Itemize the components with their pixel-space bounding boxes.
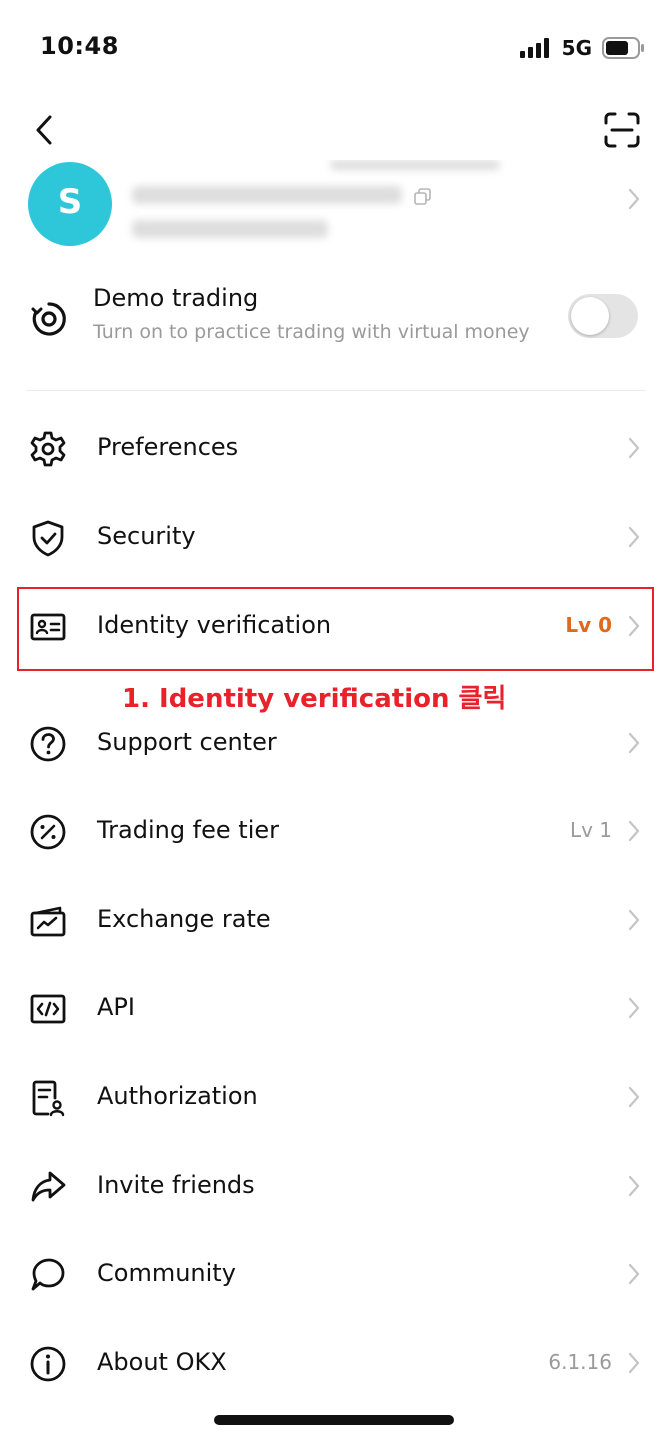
info-circle-icon [30,1346,66,1382]
status-bar: 10:48 5G [0,0,672,98]
avatar-letter: S [57,182,83,222]
demo-trading-icon [31,302,66,336]
chevron-right-icon [628,1352,640,1374]
chevron-right-icon [628,732,640,754]
profile-name-blurred [330,160,500,170]
menu-label: Trading fee tier [97,816,280,844]
chevron-left-icon [36,115,52,145]
avatar: S [28,162,112,246]
scan-icon [604,112,640,148]
chevron-right-icon [628,437,640,459]
demo-trading-toggle[interactable] [568,294,638,338]
menu-label: Exchange rate [97,905,271,933]
profile-email-blurred [132,220,328,238]
chevron-right-icon [628,1263,640,1285]
top-navigation [0,98,672,160]
section-divider [26,390,646,391]
menu-item-trading-fee-tier[interactable]: Trading fee tier Lv 1 [0,788,672,876]
status-indicators: 5G [519,36,644,60]
chevron-right-icon [628,1175,640,1197]
menu-label: Authorization [97,1082,258,1110]
demo-trading-title: Demo trading [93,284,259,312]
toggle-knob [571,297,609,335]
question-circle-icon [30,726,66,762]
menu-item-exchange-rate[interactable]: Exchange rate [0,877,672,965]
menu-item-identity-verification[interactable]: Identity verification Lv 0 [0,583,672,671]
home-indicator[interactable] [214,1415,454,1425]
code-icon [30,994,66,1024]
profile-uid-blurred [132,186,402,204]
fee-tier-level: Lv 1 [569,818,612,842]
verification-level: Lv 0 [565,613,612,637]
signal-bars-icon [519,38,549,58]
menu-item-about-okx[interactable]: About OKX 6.1.16 [0,1320,672,1408]
chart-card-icon [30,906,66,937]
chevron-right-icon [628,526,640,548]
back-button[interactable] [26,108,62,152]
chat-bubble-icon [31,1258,65,1291]
chevron-right-icon [628,1086,640,1108]
menu-label: Identity verification [97,611,332,639]
document-user-icon [32,1080,65,1117]
demo-trading-subtitle: Turn on to practice trading with virtual… [93,321,530,343]
chevron-right-icon [628,188,640,210]
menu-item-invite-friends[interactable]: Invite friends [0,1143,672,1231]
menu-item-security[interactable]: Security [0,494,672,582]
gear-icon [30,431,66,467]
id-card-icon [30,613,66,641]
percent-circle-icon [30,814,66,850]
battery-icon [602,37,644,59]
menu-item-support-center[interactable]: Support center [0,700,672,788]
menu-item-community[interactable]: Community [0,1231,672,1319]
menu-label: API [97,993,135,1021]
menu-label: About OKX [97,1348,227,1376]
menu-label: Community [97,1259,236,1287]
chevron-right-icon [628,997,640,1019]
chevron-right-icon [628,615,640,637]
menu-label: Support center [97,728,277,756]
profile-card[interactable]: S [0,160,672,256]
status-time: 10:48 [40,32,119,60]
app-version: 6.1.16 [548,1350,612,1374]
menu-item-preferences[interactable]: Preferences [0,405,672,493]
menu-label: Security [97,522,196,550]
menu-label: Invite friends [97,1171,255,1199]
share-arrow-icon [31,1171,66,1202]
chevron-right-icon [628,909,640,931]
shield-check-icon [32,520,64,557]
chevron-right-icon [628,820,640,842]
scan-button[interactable] [602,110,642,150]
menu-item-api[interactable]: API [0,965,672,1053]
menu-item-authorization[interactable]: Authorization [0,1054,672,1142]
demo-trading-row: Demo trading Turn on to practice trading… [0,270,672,370]
network-label: 5G [561,36,592,60]
copy-icon[interactable] [414,188,432,206]
menu-label: Preferences [97,433,239,461]
